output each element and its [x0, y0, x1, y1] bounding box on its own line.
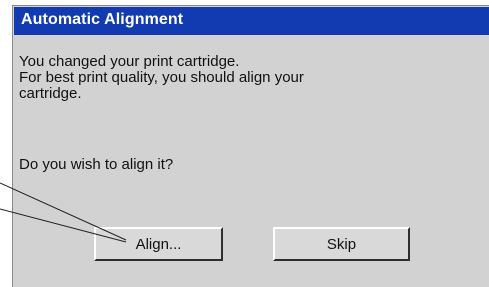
skip-button[interactable]: Skip [273, 227, 410, 261]
dialog-titlebar: Automatic Alignment [14, 7, 489, 35]
message-line: For best print quality, you should align… [19, 69, 304, 86]
dialog-question: Do you wish to align it? [19, 156, 174, 173]
message-line: You changed your print cartridge. [19, 53, 240, 70]
dialog-message: You changed your print cartridge. For be… [19, 54, 459, 102]
message-line: cartridge. [19, 85, 82, 102]
alignment-dialog: Automatic Alignment You changed your pri… [12, 5, 489, 287]
align-button[interactable]: Align... [94, 227, 223, 261]
dialog-title: Automatic Alignment [21, 11, 184, 28]
